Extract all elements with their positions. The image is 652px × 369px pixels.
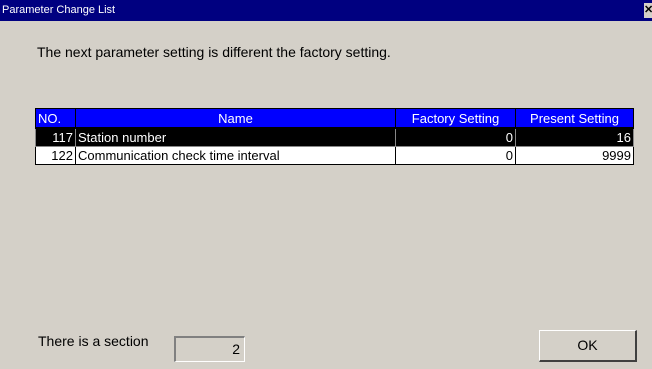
column-header-no[interactable]: NO.	[35, 108, 76, 129]
table-header-row: NO. Name Factory Setting Present Setting	[35, 108, 634, 129]
parameter-table: NO. Name Factory Setting Present Setting…	[35, 108, 634, 165]
column-header-name[interactable]: Name	[75, 108, 396, 129]
info-message: The next parameter setting is different …	[37, 44, 391, 60]
table-row[interactable]: 122 Communication check time interval 0 …	[35, 146, 634, 165]
row-factory-setting: 0	[395, 127, 516, 147]
column-header-factory-setting[interactable]: Factory Setting	[395, 108, 516, 129]
table-row[interactable]: 117 Station number 0 16	[35, 127, 634, 147]
row-name: Communication check time interval	[75, 146, 396, 165]
column-header-present-setting[interactable]: Present Setting	[515, 108, 634, 129]
ok-button[interactable]: OK	[539, 330, 637, 362]
row-present-setting: 16	[515, 127, 634, 147]
section-count-field: 2	[174, 336, 245, 362]
row-present-setting: 9999	[515, 146, 634, 165]
parameter-change-list-dialog: Parameter Change List ✕ The next paramet…	[0, 0, 652, 369]
parameter-table-area: NO. Name Factory Setting Present Setting…	[35, 108, 638, 280]
row-factory-setting: 0	[395, 146, 516, 165]
window-title: Parameter Change List	[2, 4, 116, 16]
row-no: 122	[35, 146, 76, 165]
row-name: Station number	[75, 127, 396, 147]
section-count-label: There is a section	[38, 333, 149, 349]
close-icon[interactable]: ✕	[644, 3, 652, 18]
row-no: 117	[35, 127, 76, 147]
title-bar: Parameter Change List ✕	[0, 0, 652, 21]
